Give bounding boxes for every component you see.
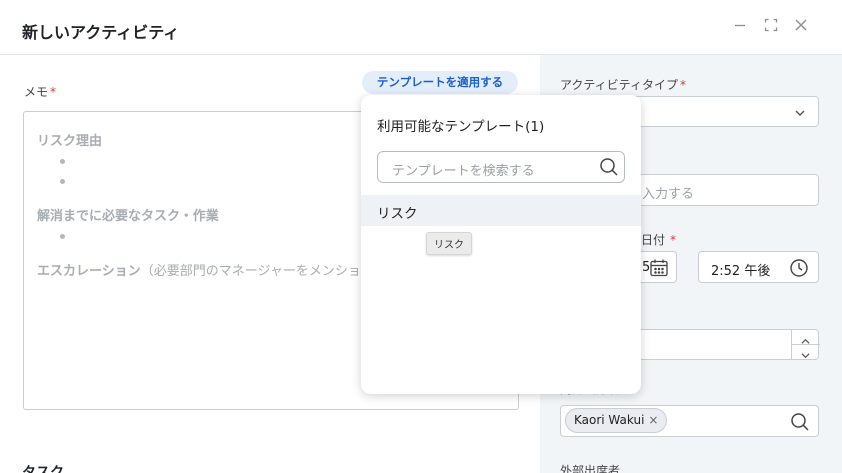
memo-line-escalation: エスカレーション（必要部門のマネージャーをメンショ	[37, 264, 361, 279]
stepper-buttons	[791, 330, 820, 359]
bullet-point	[60, 179, 65, 184]
search-icon[interactable]	[599, 157, 619, 181]
required-mark: *	[50, 85, 57, 99]
bullet-point	[60, 159, 65, 164]
tasks-heading: タスク	[22, 465, 64, 473]
memo-line-risk-reason: リスク理由	[37, 134, 103, 149]
chevron-down-icon[interactable]	[800, 346, 811, 365]
template-search-input[interactable]: テンプレートを検索する	[377, 151, 625, 183]
template-option-risk[interactable]: リスク	[361, 195, 641, 226]
time-input[interactable]: 2:52 午後	[698, 251, 819, 283]
memo-label: メモ *	[24, 85, 57, 99]
maximize-icon[interactable]	[760, 16, 782, 38]
date-label: 日付 *	[641, 233, 677, 247]
template-dropdown-title: 利用可能なテンプレート(1)	[377, 119, 545, 135]
close-icon[interactable]	[790, 16, 812, 38]
template-tooltip: リスク	[426, 232, 472, 255]
chip-remove-icon[interactable]: ×	[648, 413, 658, 427]
search-icon[interactable]	[790, 412, 810, 436]
dialog-title: 新しいアクティビティ	[22, 23, 180, 42]
dialog-header: 新しいアクティビティ	[0, 0, 842, 55]
activity-type-label: アクティビティタイプ *	[560, 78, 686, 92]
apply-template-button[interactable]: テンプレートを適用する	[362, 71, 518, 94]
attendee-chip-name: Kaori Wakui	[574, 413, 645, 427]
chevron-down-icon	[794, 104, 806, 123]
bullet-point	[60, 234, 65, 239]
template-dropdown: 利用可能なテンプレート(1) テンプレートを検索する リスク リスク	[361, 95, 641, 394]
external-attendees-label: 外部出席者	[560, 464, 621, 473]
clock-icon[interactable]	[789, 258, 809, 282]
attendee-chip: Kaori Wakui ×	[565, 408, 668, 433]
memo-line-resolution-tasks: 解消までに必要なタスク・作業	[37, 209, 219, 224]
calendar-icon[interactable]	[649, 258, 669, 282]
minimize-icon[interactable]	[729, 16, 751, 38]
